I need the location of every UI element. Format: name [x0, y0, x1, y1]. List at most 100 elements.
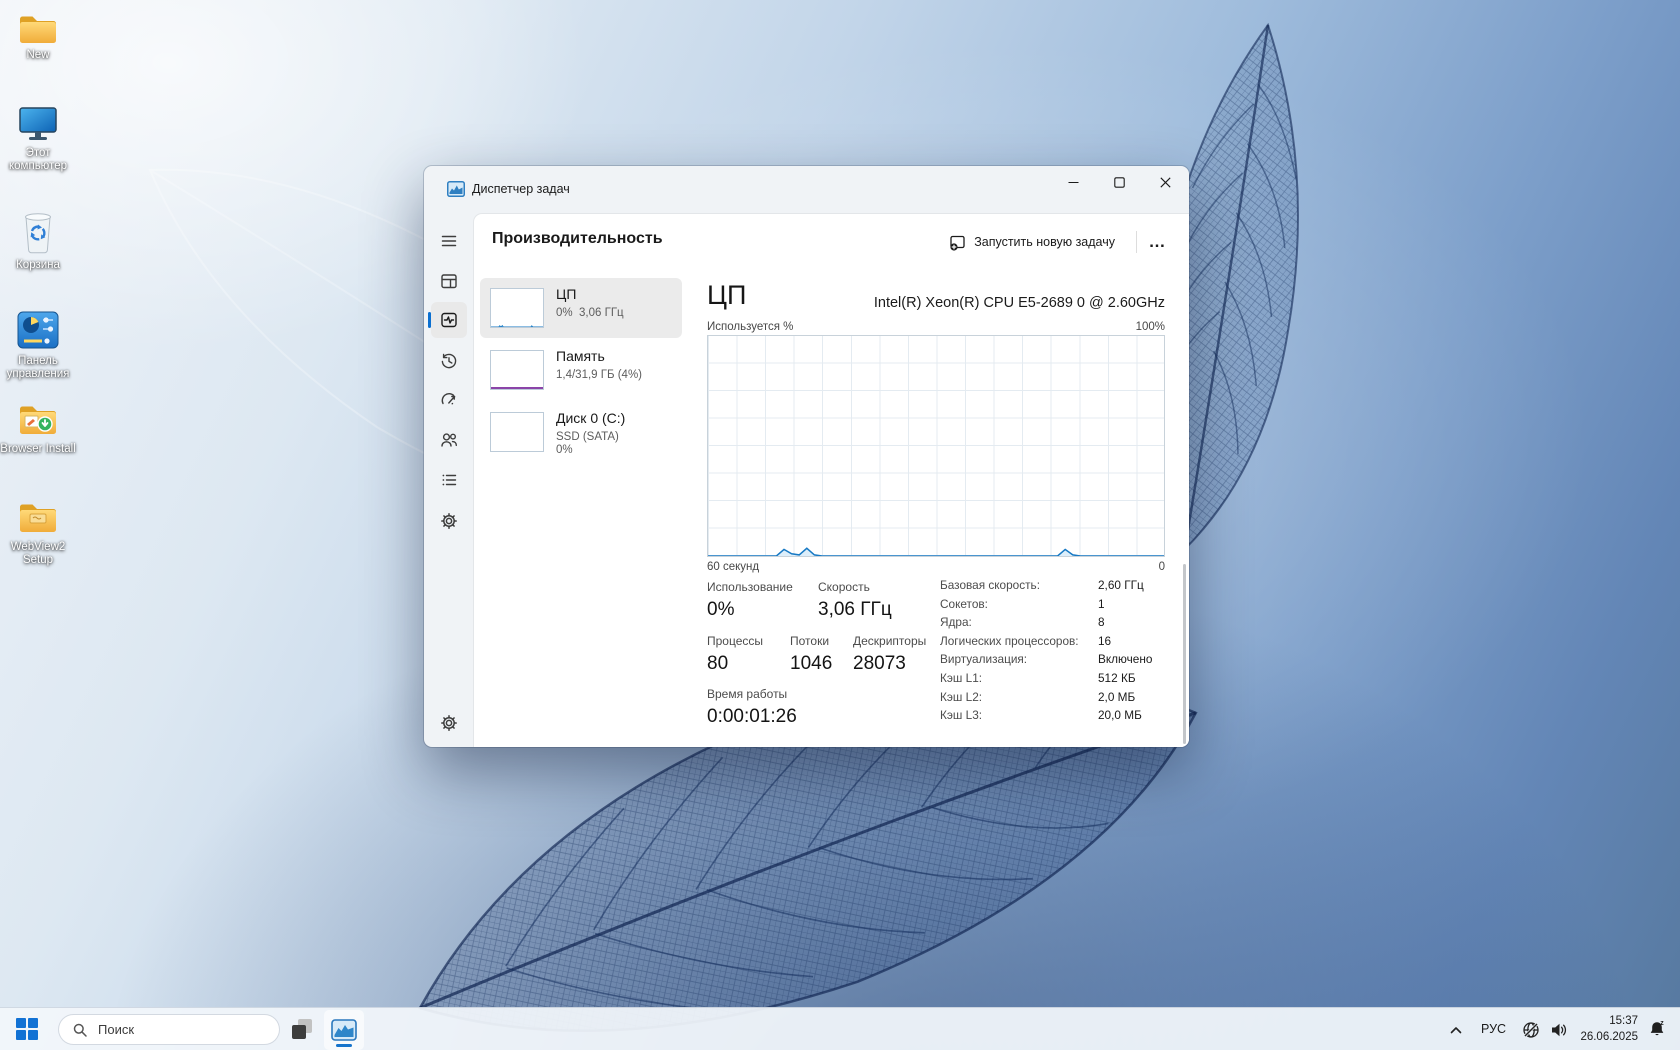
stat-label: Дескрипторы [853, 634, 926, 648]
desktop-icon-label: Browser Install [0, 443, 76, 456]
folder-download-icon [17, 402, 59, 440]
tray-time: 15:37 [1566, 1014, 1638, 1030]
spec-row: Кэш L3:20,0 МБ [940, 708, 1172, 727]
sidebar-item-details[interactable] [431, 462, 467, 498]
graph-xrange-label: 60 секунд [707, 561, 759, 573]
run-new-task-label: Запустить новую задачу [974, 235, 1115, 249]
spec-row: Сокетов:1 [940, 597, 1172, 616]
more-options-button[interactable]: … [1141, 227, 1173, 257]
perf-item-subtitle2: 0% [556, 444, 573, 456]
spec-value: 1 [1098, 597, 1105, 616]
spec-row: Ядра:8 [940, 615, 1172, 634]
perf-list-item-disk[interactable]: Диск 0 (C:) SSD (SATA) 0% [480, 402, 682, 468]
desktop-icon-control-panel[interactable]: Панель управления [0, 308, 76, 381]
vertical-scrollbar[interactable] [1183, 564, 1186, 744]
stat-value-usage: 0% [707, 599, 734, 621]
cpu-thumb-line [491, 326, 543, 327]
sidebar-item-processes[interactable] [431, 263, 467, 299]
spec-row: Кэш L2:2,0 МБ [940, 690, 1172, 709]
memory-mini-graph [490, 350, 544, 390]
stat-label: Процессы [707, 634, 763, 648]
task-manager-icon [331, 1019, 357, 1041]
task-manager-logo-icon [447, 181, 465, 197]
perf-list-item-memory[interactable]: Память 1,4/31,9 ГБ (4%) [480, 340, 682, 400]
svg-text:z: z [1660, 1020, 1664, 1027]
close-button[interactable] [1142, 167, 1188, 197]
hamburger-menu-icon[interactable] [431, 223, 467, 259]
perf-item-subtitle: 1,4/31,9 ГБ (4%) [556, 368, 642, 382]
sidebar-item-settings[interactable] [431, 705, 467, 741]
window-stack-app-icon[interactable] [290, 1017, 314, 1041]
stat-label: Потоки [790, 634, 829, 648]
cpu-model-name: Intel(R) Xeon(R) CPU E5-2689 0 @ 2.60GHz [874, 295, 1165, 311]
stat-value-speed: 3,06 ГГц [818, 599, 892, 621]
computer-icon [17, 106, 59, 144]
start-button[interactable] [16, 1018, 38, 1040]
search-icon [72, 1022, 88, 1038]
run-new-task-button[interactable]: Запустить новую задачу [939, 227, 1125, 257]
perf-item-title: Диск 0 (C:) [556, 410, 625, 426]
minimize-button[interactable] [1050, 167, 1096, 197]
header-divider [1136, 231, 1137, 253]
cpu-graph-line [708, 548, 1164, 556]
search-placeholder: Поиск [98, 1022, 134, 1037]
desktop-icon-label: Корзина [0, 259, 76, 272]
stat-label: Использование [707, 580, 793, 594]
window-title: Диспетчер задач [472, 182, 570, 196]
search-input[interactable]: Поиск [58, 1014, 280, 1045]
stat-value-handles: 28073 [853, 653, 906, 675]
spec-value: 512 КБ [1098, 671, 1136, 690]
desktop-icon-label: Панель управления [0, 355, 76, 381]
window-titlebar[interactable]: Диспетчер задач [424, 166, 1189, 212]
cpu-mini-graph [490, 288, 544, 328]
desktop-icon-this-pc[interactable]: Этот компьютер [0, 106, 76, 173]
folder-icon [17, 500, 59, 538]
graph-ymax-label: 100% [1136, 321, 1165, 333]
tray-date: 26.06.2025 [1566, 1030, 1638, 1046]
spec-value: 2,0 МБ [1098, 690, 1135, 709]
stat-value-processes: 80 [707, 653, 728, 675]
tray-clock[interactable]: 15:37 26.06.2025 [1566, 1014, 1638, 1045]
stat-value-uptime: 0:00:01:26 [707, 706, 797, 728]
taskbar: Поиск РУС 15:37 26.06.2025 [0, 1007, 1680, 1050]
desktop-icon-webview2-setup[interactable]: WebView2 Setup [0, 500, 76, 567]
desktop-icon-new-folder[interactable]: New [0, 12, 76, 62]
spec-value: 20,0 МБ [1098, 708, 1142, 727]
maximize-button[interactable] [1096, 167, 1142, 197]
window-controls [1050, 167, 1188, 197]
sidebar-item-startup-apps[interactable] [431, 382, 467, 418]
spec-row: Виртуализация:Включено [940, 652, 1172, 671]
sidebar-item-services[interactable] [431, 503, 467, 539]
cpu-graph-fill [708, 548, 1164, 556]
perf-list-item-cpu[interactable]: ЦП 0% 3,06 ГГц [480, 278, 682, 338]
graph-xmin-label: 0 [1159, 561, 1165, 573]
spec-row: Кэш L1:512 КБ [940, 671, 1172, 690]
desktop-icon-label: New [0, 49, 76, 62]
desktop-icon-recycle-bin[interactable]: Корзина [0, 208, 76, 272]
recycle-bin-icon [20, 208, 56, 256]
cpu-section-title: ЦП [707, 280, 746, 311]
folder-icon [17, 12, 59, 46]
spec-value: 2,60 ГГц [1098, 578, 1144, 597]
sidebar-item-app-history[interactable] [431, 343, 467, 379]
task-manager-window: Диспетчер задач [424, 166, 1189, 747]
sidebar-item-users[interactable] [431, 422, 467, 458]
globe-no-internet-icon[interactable] [1521, 1020, 1541, 1040]
spec-row: Базовая скорость:2,60 ГГц [940, 578, 1172, 597]
graph-ylabel: Используется % [707, 321, 793, 333]
spec-value: 16 [1098, 634, 1111, 653]
desktop-icon-browser-install[interactable]: Browser Install [0, 402, 76, 456]
cpu-spec-list: Базовая скорость:2,60 ГГц Сокетов:1 Ядра… [940, 578, 1172, 727]
desktop-icon-label: WebView2 Setup [0, 541, 76, 567]
tray-chevron-up-icon[interactable] [1448, 1022, 1464, 1038]
performance-page: Производительность Запустить новую задач… [474, 214, 1189, 747]
sidebar-item-performance[interactable] [431, 302, 467, 338]
perf-item-title: Память [556, 348, 605, 364]
new-task-icon [949, 234, 966, 251]
language-indicator[interactable]: РУС [1481, 1022, 1506, 1036]
desktop-icon-label: Этот компьютер [0, 147, 76, 173]
notification-bell-dnd-icon[interactable]: z [1647, 1019, 1667, 1039]
cpu-usage-graph[interactable] [707, 335, 1165, 557]
desktop: New Этот компьютер Корзина [0, 0, 1680, 1050]
perf-item-subtitle: 0% 3,06 ГГц [556, 306, 624, 320]
